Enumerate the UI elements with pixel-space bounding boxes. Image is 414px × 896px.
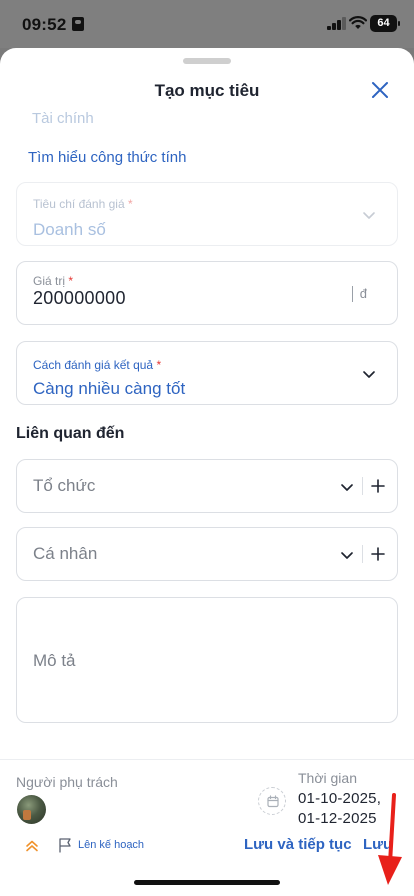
chevron-down-icon <box>363 371 375 378</box>
chevron-down-icon <box>363 212 375 219</box>
criteria-value: Doanh số <box>33 220 106 239</box>
evaluation-method-value: Càng nhiều càng tốt <box>33 379 186 398</box>
organization-placeholder: Tổ chức <box>33 476 96 495</box>
criteria-label: Tiêu chí đánh giá * <box>33 197 133 211</box>
chevron-down-icon[interactable] <box>339 547 355 563</box>
sheet-grabber[interactable] <box>183 58 231 64</box>
category-field-value: Tài chính <box>32 110 94 127</box>
unit-divider <box>352 286 353 302</box>
calendar-icon[interactable] <box>258 787 286 815</box>
organization-picker[interactable]: Tổ chức <box>16 459 398 513</box>
plus-icon[interactable] <box>369 477 387 495</box>
id-card-icon <box>72 17 84 31</box>
chevron-down-icon[interactable] <box>339 479 355 495</box>
evaluation-method-label: Cách đánh giá kết quả * <box>33 358 162 372</box>
arrow-annotation <box>378 793 402 885</box>
goal-value-field[interactable]: Giá trị * 200000000 đ <box>16 261 398 325</box>
create-goal-sheet: Tạo mục tiêu Tài chính Tìm hiểu công thứ… <box>0 48 414 896</box>
goal-value-input[interactable]: 200000000 <box>33 288 126 309</box>
battery-icon: 64 <box>370 15 400 32</box>
description-textarea[interactable]: Mô tả <box>16 597 398 723</box>
person-placeholder: Cá nhân <box>33 544 98 563</box>
time-start[interactable]: 01-10-2025, <box>298 790 381 807</box>
related-section-title: Liên quan đến <box>16 425 125 442</box>
priority-chevrons-icon[interactable] <box>25 839 39 853</box>
save-and-continue-button[interactable]: Lưu và tiếp tục <box>244 836 352 853</box>
signal-icon <box>327 17 347 30</box>
time-label: Thời gian <box>298 770 357 786</box>
time-end[interactable]: 01-12-2025 <box>298 810 377 827</box>
goal-value-label: Giá trị * <box>33 274 74 288</box>
home-indicator[interactable] <box>134 880 280 885</box>
plan-button[interactable]: Lên kế hoạch <box>78 839 144 851</box>
picker-divider <box>362 545 363 563</box>
criteria-field[interactable]: Tiêu chí đánh giá * Doanh số <box>16 182 398 246</box>
description-placeholder: Mô tả <box>33 651 76 670</box>
footer-divider <box>0 759 414 760</box>
close-icon[interactable] <box>368 78 392 102</box>
evaluation-method-field[interactable]: Cách đánh giá kết quả * Càng nhiều càng … <box>16 341 398 405</box>
sheet-title: Tạo mục tiêu <box>154 81 260 100</box>
avatar[interactable] <box>17 795 46 824</box>
owner-label: Người phụ trách <box>16 774 118 790</box>
plus-icon[interactable] <box>369 545 387 563</box>
currency-unit: đ <box>359 286 367 301</box>
wifi-icon <box>349 16 367 29</box>
status-bar: 09:52 64 <box>0 0 414 48</box>
status-time: 09:52 <box>22 15 67 34</box>
learn-formula-link[interactable]: Tìm hiểu công thức tính <box>28 149 186 166</box>
flag-icon[interactable] <box>57 837 73 853</box>
picker-divider <box>362 477 363 495</box>
person-picker[interactable]: Cá nhân <box>16 527 398 581</box>
